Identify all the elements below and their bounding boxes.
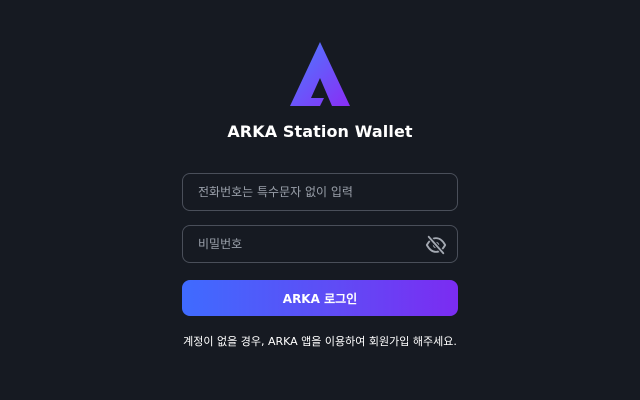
- arka-logo-icon: [290, 42, 350, 106]
- login-screen: ARKA Station Wallet ARKA 로그인 계정이 없을 경우, …: [0, 0, 640, 400]
- app-title: ARKA Station Wallet: [227, 122, 413, 141]
- password-field[interactable]: [182, 225, 458, 263]
- eye-off-icon[interactable]: [425, 234, 447, 256]
- signup-note: 계정이 없을 경우, ARKA 앱을 이용하여 회원가입 해주세요.: [183, 335, 457, 348]
- login-button[interactable]: ARKA 로그인: [182, 280, 458, 316]
- phone-input[interactable]: [183, 174, 457, 210]
- phone-field[interactable]: [182, 173, 458, 211]
- password-input[interactable]: [183, 226, 457, 262]
